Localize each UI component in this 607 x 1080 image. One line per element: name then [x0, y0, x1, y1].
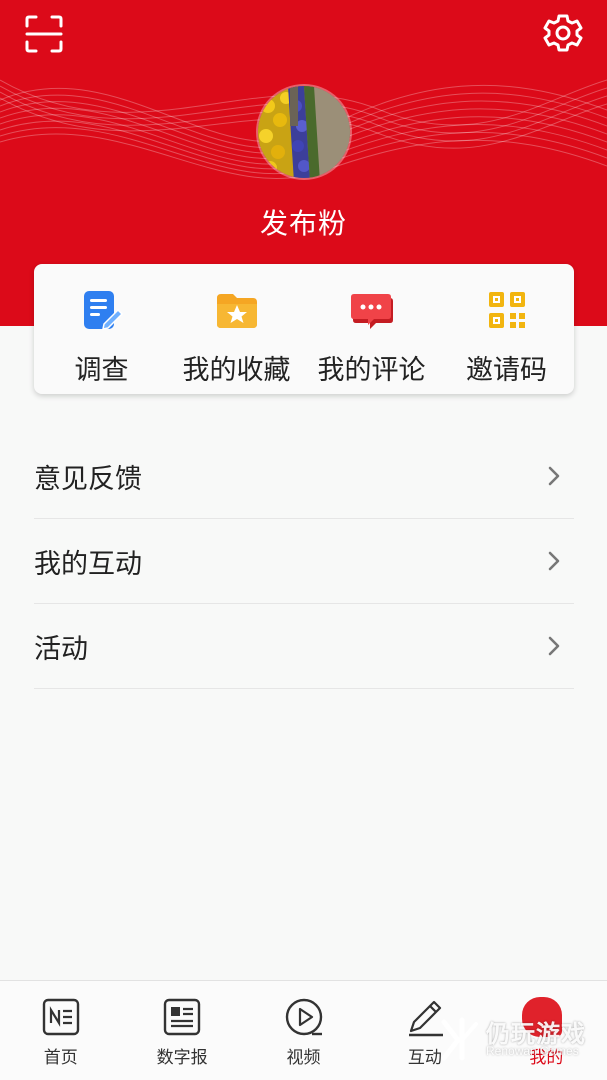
quick-action-label: 调查 [74, 355, 129, 386]
tab-label: 互动 [407, 1048, 442, 1068]
menu-item-feedback[interactable]: 意见反馈 [34, 434, 574, 519]
tab-label: 首页 [43, 1048, 78, 1068]
menu-item-label: 意见反馈 [34, 463, 142, 495]
home-news-icon [42, 998, 79, 1036]
quick-action-favorites[interactable]: 我的收藏 [169, 264, 304, 394]
tab-interaction[interactable]: 互动 [364, 981, 485, 1080]
gear-icon [543, 14, 583, 52]
qr-code-icon [488, 292, 525, 328]
tab-me[interactable]: 我的 [486, 981, 607, 1080]
scan-button[interactable] [24, 14, 64, 54]
settings-button[interactable] [542, 12, 584, 54]
survey-icon [83, 291, 123, 330]
menu-item-activities[interactable]: 活动 [34, 604, 574, 689]
favorites-folder-icon [216, 294, 257, 328]
comment-bubble-icon [350, 294, 393, 329]
pen-icon [408, 1000, 443, 1037]
settings-menu: 意见反馈 我的互动 活动 [34, 434, 574, 689]
quick-actions-card: 调查 我的收藏 我的评论 邀请码 [34, 264, 574, 394]
tab-label: 视频 [286, 1048, 321, 1068]
tab-label: 我的 [529, 1048, 564, 1068]
me-icon [521, 997, 562, 1037]
quick-action-survey[interactable]: 调查 [34, 264, 169, 394]
chevron-right-icon [548, 636, 560, 656]
username: 发布粉 [259, 207, 347, 240]
quick-action-label: 邀请码 [466, 355, 547, 386]
scan-icon [25, 15, 63, 53]
quick-action-invite-code[interactable]: 邀请码 [439, 264, 574, 394]
chevron-right-icon [548, 466, 560, 486]
quick-action-label: 我的收藏 [182, 355, 291, 386]
menu-item-label: 活动 [34, 633, 88, 665]
avatar-image [258, 86, 350, 178]
menu-item-my-interactions[interactable]: 我的互动 [34, 519, 574, 604]
tab-label: 数字报 [156, 1048, 208, 1068]
quick-action-comments[interactable]: 我的评论 [304, 264, 439, 394]
digital-newspaper-icon [163, 998, 201, 1036]
chevron-right-icon [548, 551, 560, 571]
bottom-tab-bar: 首页 数字报 视频 互动 我的 [0, 980, 607, 1080]
tab-digital-newspaper[interactable]: 数字报 [121, 981, 242, 1080]
tab-home[interactable]: 首页 [0, 981, 121, 1080]
avatar[interactable] [256, 84, 352, 180]
video-play-icon [285, 998, 322, 1036]
tab-video[interactable]: 视频 [243, 981, 364, 1080]
menu-item-label: 我的互动 [34, 548, 142, 580]
quick-action-label: 我的评论 [317, 355, 426, 386]
